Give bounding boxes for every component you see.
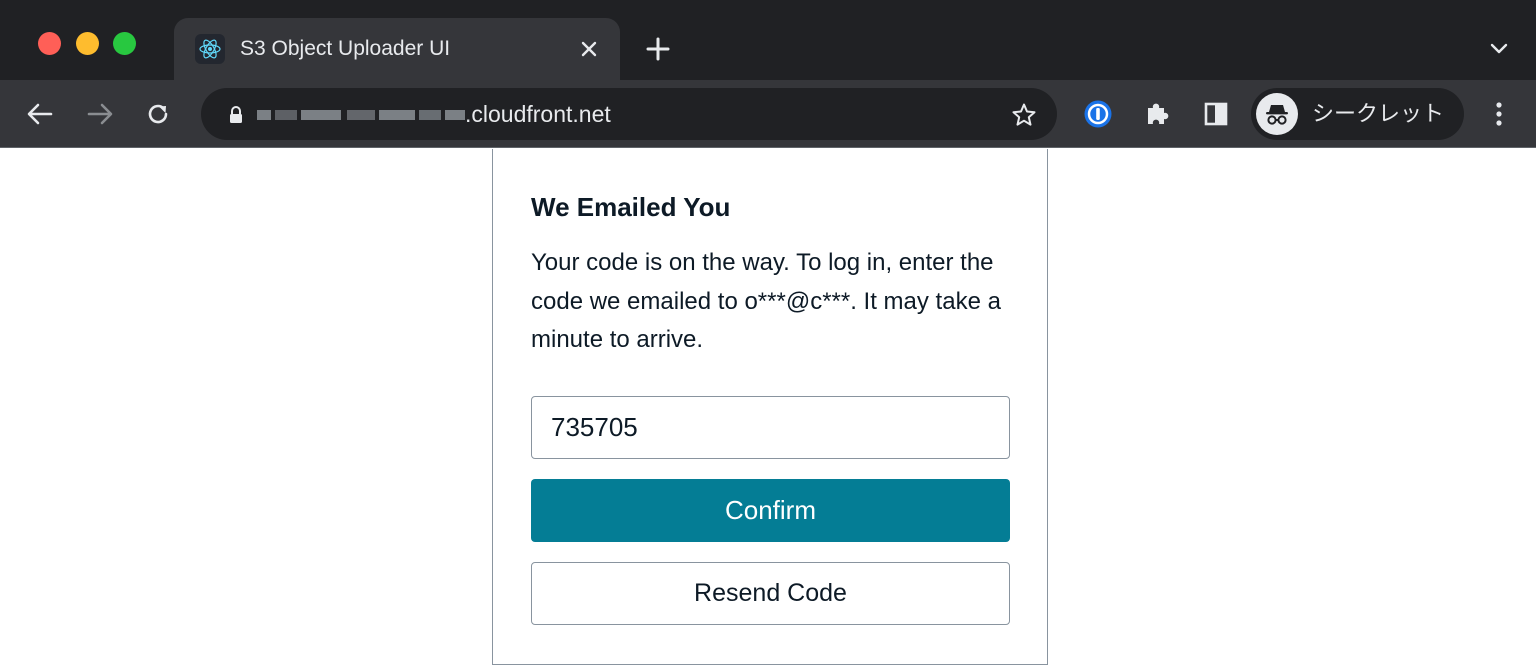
tab-search-chevron-icon[interactable] (1484, 34, 1514, 64)
bookmark-star-icon[interactable] (1009, 100, 1039, 130)
incognito-icon (1256, 93, 1298, 135)
forward-arrow-icon[interactable] (83, 97, 117, 131)
browser-toolbar: .cloudfront.net シークレット (0, 80, 1536, 148)
browser-tab-active[interactable]: S3 Object Uploader UI (174, 18, 620, 80)
incognito-profile-button[interactable]: シークレット (1251, 88, 1464, 140)
lock-icon (227, 105, 245, 125)
new-tab-plus-icon[interactable] (642, 33, 674, 65)
back-arrow-icon[interactable] (23, 97, 57, 131)
side-panel-icon[interactable] (1199, 97, 1233, 131)
resend-code-button[interactable]: Resend Code (531, 562, 1010, 625)
reload-icon[interactable] (141, 97, 175, 131)
incognito-label: シークレット (1312, 101, 1445, 126)
confirm-signup-card: We Emailed You Your code is on the way. … (492, 149, 1048, 665)
confirmation-code-input[interactable] (531, 396, 1010, 459)
browser-tabstrip: S3 Object Uploader UI (0, 0, 1536, 80)
kebab-menu-icon[interactable] (1482, 97, 1516, 131)
window-close-button[interactable] (38, 32, 61, 55)
confirm-heading: We Emailed You (531, 192, 731, 222)
confirm-message: Your code is on the way. To log in, ente… (531, 249, 1001, 353)
window-maximize-button[interactable] (113, 32, 136, 55)
url-text: .cloudfront.net (465, 101, 611, 127)
confirm-button[interactable]: Confirm (531, 479, 1010, 542)
window-minimize-button[interactable] (76, 32, 99, 55)
password-manager-extension-icon[interactable] (1081, 97, 1115, 131)
react-icon (195, 34, 225, 64)
tab-close-icon[interactable] (574, 34, 604, 64)
tab-title: S3 Object Uploader UI (240, 37, 451, 60)
extensions-puzzle-icon[interactable] (1140, 97, 1174, 131)
address-bar[interactable]: .cloudfront.net (201, 88, 1057, 140)
